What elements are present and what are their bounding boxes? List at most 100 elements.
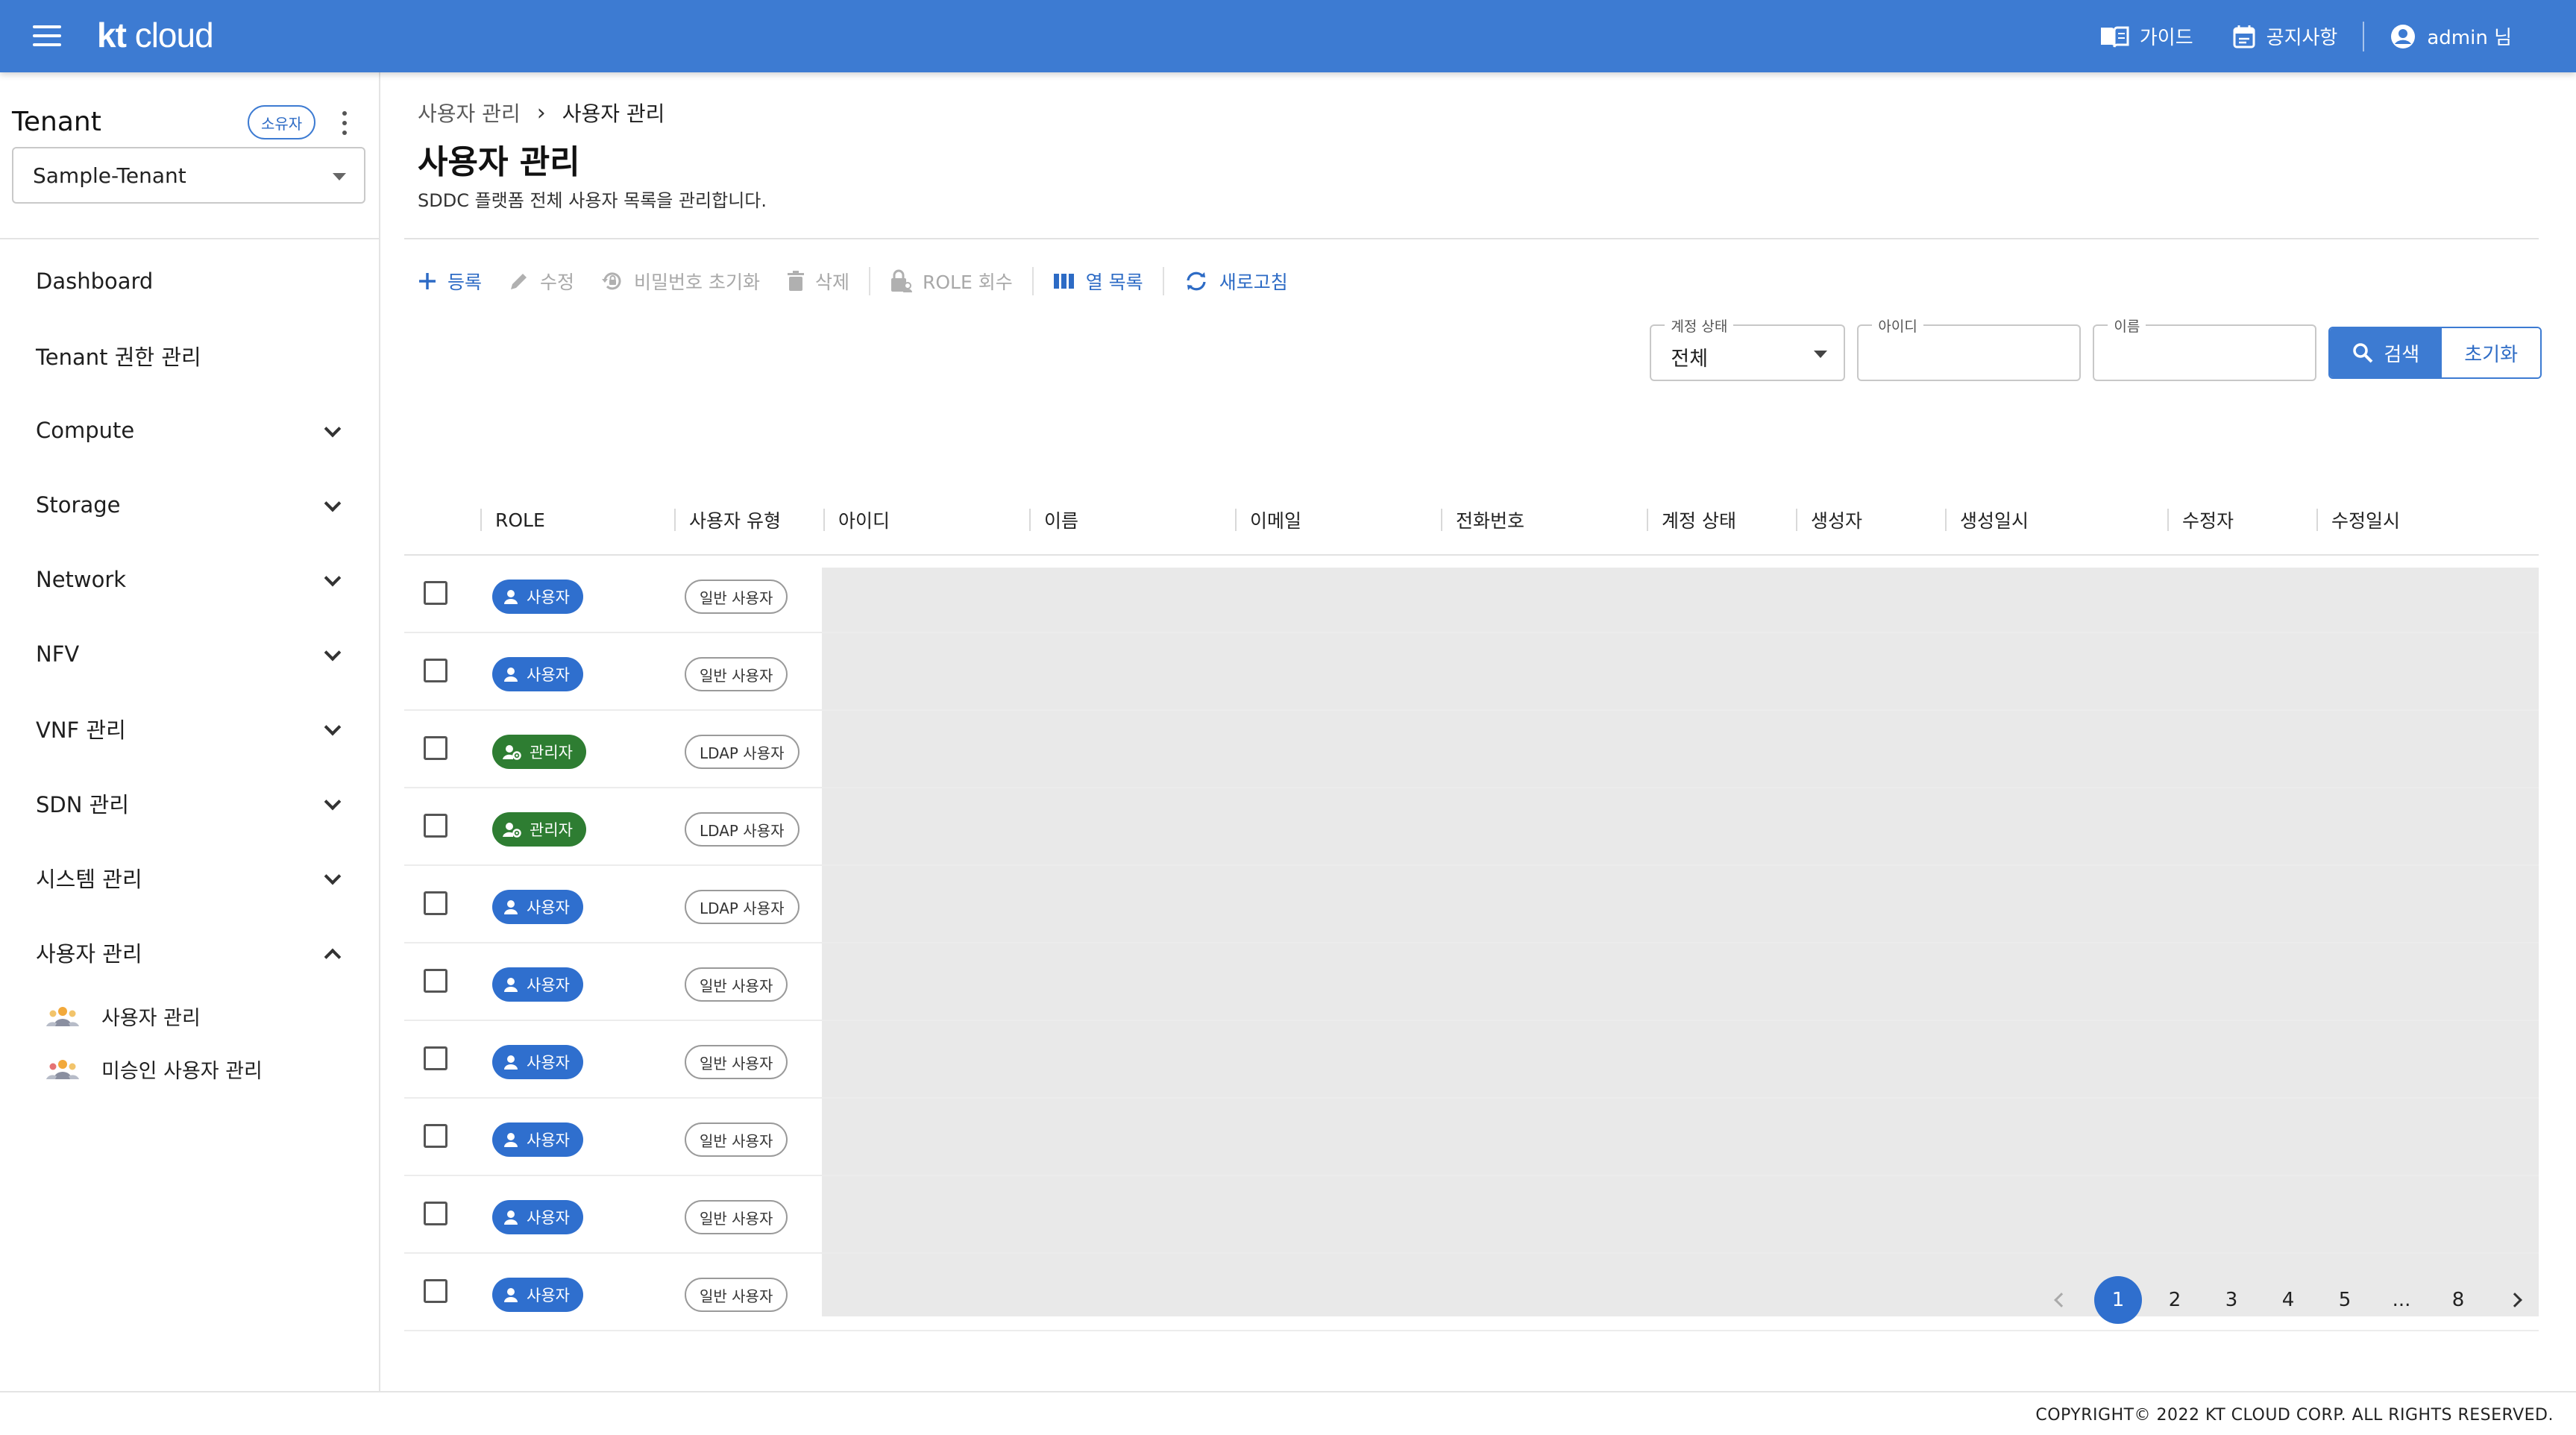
role-chip: 관리자 [492,735,586,769]
role-chip: 사용자 [492,890,583,924]
column-header-id[interactable]: 아이디 [823,484,890,556]
sidebar-item-vnf[interactable]: VNF 관리 [0,691,379,766]
row-checkbox[interactable] [424,659,447,682]
main-content: 사용자 관리 › 사용자 관리 사용자 관리 SDDC 플랫폼 전체 사용자 목… [382,72,2576,1391]
sidebar-item-tenant-permission[interactable]: Tenant 권한 관리 [0,318,379,393]
role-chip: 사용자 [492,967,583,1002]
user-type-chip: 일반 사용자 [685,1122,788,1157]
id-input[interactable] [1859,326,2080,380]
pencil-icon [511,274,527,289]
notice-link[interactable]: 공지사항 [2213,0,2357,72]
table-row[interactable]: 사용자 일반 사용자 [404,943,2539,1021]
user-type-chip: 일반 사용자 [685,1278,788,1312]
role-revoke-button[interactable]: ROLE 회수 [876,259,1026,304]
sidebar-item-sdn[interactable]: SDN 관리 [0,766,379,841]
row-checkbox[interactable] [424,581,447,605]
sidebar-item-label: Tenant 권한 관리 [36,345,201,370]
sidebar-item-storage[interactable]: Storage [0,468,379,542]
table-row[interactable]: 사용자 일반 사용자 [404,633,2539,711]
person-icon [504,900,518,914]
sidebar-item-nfv[interactable]: NFV [0,617,379,691]
page-button[interactable]: 2 [2151,1276,2199,1324]
sidebar-subitem-users[interactable]: 사용자 관리 [0,990,379,1043]
chevron-down-icon [324,793,342,811]
page-button[interactable]: 1 [2094,1276,2142,1324]
column-list-button[interactable]: 열 목록 [1040,259,1157,304]
row-checkbox[interactable] [424,814,447,838]
table-row[interactable]: 사용자 일반 사용자 [404,1099,2539,1176]
admin-person-gear-icon [503,745,521,760]
table-row[interactable]: 사용자 일반 사용자 [404,556,2539,633]
refresh-button[interactable]: 새로고침 [1170,259,1301,304]
table-row[interactable]: 사용자 일반 사용자 [404,1176,2539,1254]
table-row[interactable]: 사용자 LDAP 사용자 [404,866,2539,943]
role-chip: 사용자 [492,580,583,614]
next-page-button[interactable] [2491,1276,2539,1324]
row-checkbox[interactable] [424,736,447,760]
prev-page-button[interactable] [2038,1276,2085,1324]
delete-button[interactable]: 삭제 [773,259,863,304]
page-button[interactable]: 4 [2264,1276,2312,1324]
table-header: ROLE 사용자 유형 아이디 이름 이메일 전화번호 계정 상태 생성자 생성… [404,484,2539,556]
column-header-created-at[interactable]: 생성일시 [1945,484,2029,556]
row-checkbox[interactable] [424,969,447,993]
column-header-account-status[interactable]: 계정 상태 [1647,484,1736,556]
column-header-role[interactable]: ROLE [480,484,545,556]
copyright-text: COPYRIGHT© 2022 KT CLOUD CORP. ALL RIGHT… [2035,1406,2554,1425]
page-button[interactable]: 8 [2434,1276,2482,1324]
role-chip: 사용자 [492,1045,583,1079]
column-header-creator[interactable]: 생성자 [1796,484,1862,556]
guide-link[interactable]: 가이드 [2080,0,2213,72]
search-button[interactable]: 검색 [2330,328,2443,377]
sidebar-item-compute[interactable]: Compute [0,393,379,468]
column-header-modifier[interactable]: 수정자 [2167,484,2234,556]
id-field[interactable]: 아이디 [1857,315,2082,381]
menu-icon[interactable] [33,25,61,46]
column-header-user-type[interactable]: 사용자 유형 [674,484,781,556]
breadcrumb-item[interactable]: 사용자 관리 [418,98,521,128]
refresh-icon [1187,271,1206,291]
name-field[interactable]: 이름 [2093,315,2317,381]
reset-button[interactable]: 초기화 [2442,328,2540,377]
search-area: 계정 상태 전체 아이디 이름 검색 초기화 [1650,315,2542,383]
view-column-icon [1053,274,1074,289]
person-icon [504,978,518,992]
edit-button[interactable]: 수정 [495,259,588,304]
sidebar-nav: Dashboard Tenant 권한 관리 Compute Storage N… [0,244,379,1096]
sidebar-item-label: Storage [36,492,121,518]
table-row[interactable]: 관리자 LDAP 사용자 [404,788,2539,866]
column-header-phone[interactable]: 전화번호 [1441,484,1524,556]
account-status-select[interactable]: 계정 상태 전체 [1650,315,1846,381]
sidebar-item-user-management[interactable]: 사용자 관리 [0,915,379,990]
page-button[interactable]: 5 [2321,1276,2369,1324]
name-input[interactable] [2094,326,2316,380]
sidebar-item-network[interactable]: Network [0,542,379,617]
sidebar-item-system[interactable]: 시스템 관리 [0,841,379,915]
page-button[interactable]: 3 [2208,1276,2255,1324]
row-checkbox[interactable] [424,1124,447,1148]
table-body: 사용자 일반 사용자 사용자 일반 사용자 관리자 LDAP 사용자 관리자 L… [404,556,2539,1331]
reset-password-button[interactable]: 비밀번호 초기화 [588,259,773,304]
column-header-modified-at[interactable]: 수정일시 [2316,484,2400,556]
column-header-email[interactable]: 이메일 [1235,484,1301,556]
kt-cloud-logo[interactable]: kt cloud [97,15,214,55]
edit-button-label: 수정 [540,271,575,293]
person-icon [504,1055,518,1070]
sidebar-subitem-unapproved-users[interactable]: 미승인 사용자 관리 [0,1043,379,1096]
user-menu[interactable]: admin 님 [2370,0,2531,72]
row-checkbox[interactable] [424,1046,447,1070]
user-type-chip: LDAP 사용자 [685,812,799,847]
row-checkbox[interactable] [424,1279,447,1303]
table-row[interactable]: 사용자 일반 사용자 [404,1021,2539,1099]
tenant-select[interactable]: Sample-Tenant [12,147,365,204]
more-vert-icon[interactable] [337,108,352,138]
user-type-chip: 일반 사용자 [685,1200,788,1234]
trash-icon [787,271,804,291]
row-checkbox[interactable] [424,1202,447,1225]
row-checkbox[interactable] [424,891,447,915]
role-chip: 사용자 [492,657,583,691]
column-header-name[interactable]: 이름 [1029,484,1078,556]
sidebar-item-dashboard[interactable]: Dashboard [0,244,379,318]
add-button[interactable]: 등록 [404,259,495,304]
table-row[interactable]: 관리자 LDAP 사용자 [404,711,2539,788]
